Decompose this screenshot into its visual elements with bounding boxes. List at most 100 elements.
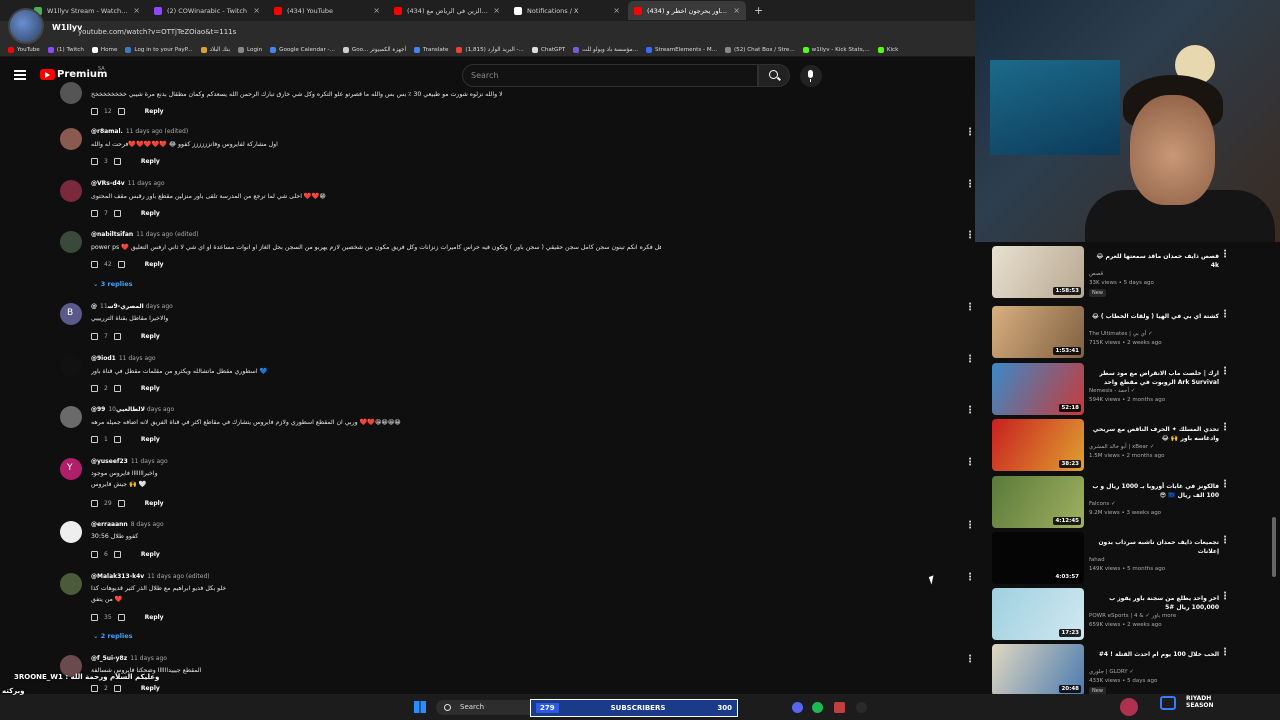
bookmark-item[interactable]: ChatGPT — [531, 46, 565, 53]
reply-button[interactable]: Reply — [141, 436, 160, 443]
comment-author[interactable]: @yuseef23 — [91, 458, 128, 465]
video-title[interactable]: الحب خلال 100 يوم ام احدث القتلة ! 4# — [1089, 650, 1219, 659]
avatar[interactable] — [60, 406, 82, 428]
comment-menu-icon[interactable] — [965, 572, 975, 587]
comment-menu-icon[interactable] — [965, 302, 975, 317]
comment-menu-icon[interactable] — [965, 654, 975, 669]
video-thumbnail[interactable]: 4:12:45 — [992, 476, 1084, 528]
like-icon[interactable] — [91, 385, 98, 392]
recommendation-item[interactable]: 4:03:57 تجميعات ذايف حمدان ناشبه سرداب ب… — [992, 532, 1272, 584]
video-title[interactable]: تحدي المسلك ✦ الحرف الناقص مع سربحي وادغ… — [1089, 425, 1219, 443]
reply-button[interactable]: Reply — [141, 158, 160, 165]
recommendation-item[interactable]: 4:12:45 فالكونز في غابات أوروبا بـ 1000 … — [992, 476, 1272, 528]
channel-name[interactable]: POWR eSports | باور ✓ & 4 more — [1089, 613, 1176, 619]
comment-time[interactable]: 11 days ago — [131, 458, 168, 465]
video-menu-icon[interactable] — [1220, 647, 1230, 662]
address-bar[interactable]: youtube.com/watch?v=OTTjTeZOiao&t=111s — [0, 21, 975, 43]
video-menu-icon[interactable] — [1220, 422, 1230, 437]
tab-close-icon[interactable]: × — [133, 6, 140, 15]
bookmark-item[interactable]: مؤسسة باد ويولو للت... — [573, 46, 638, 53]
comment-author[interactable]: @99لالطالعيي — [91, 406, 145, 413]
like-icon[interactable] — [91, 333, 98, 340]
browser-tab[interactable]: (434) تحدي الزين في الرياض مع × — [388, 1, 506, 20]
spotify-icon[interactable] — [812, 702, 823, 713]
bookmark-item[interactable]: Kick — [877, 46, 898, 53]
video-menu-icon[interactable] — [1220, 366, 1230, 381]
browser-tab[interactable]: (2) COWinarabic - Twitch × — [148, 1, 266, 20]
comment-menu-icon[interactable] — [965, 457, 975, 472]
bookmark-item[interactable]: Google Calendar -... — [270, 46, 335, 53]
browser-tab[interactable]: W1llyv Stream - Watch Live on × — [28, 1, 146, 20]
channel-name[interactable]: قصص — [1089, 271, 1103, 277]
view-replies-button[interactable]: ⌄ 2 replies — [93, 632, 133, 640]
comment-menu-icon[interactable] — [965, 520, 975, 535]
avatar[interactable] — [60, 573, 82, 595]
video-title[interactable]: تجميعات ذايف حمدان ناشبه سرداب بدون إعلا… — [1089, 538, 1219, 556]
reply-button[interactable]: Reply — [145, 500, 164, 507]
bookmark-item[interactable]: StreamElements - M... — [645, 46, 717, 53]
video-menu-icon[interactable] — [1220, 249, 1230, 264]
bookmark-item[interactable]: Log in to your PayP... — [125, 46, 193, 53]
video-menu-icon[interactable] — [1220, 591, 1230, 606]
dislike-icon[interactable] — [117, 261, 125, 268]
avatar[interactable] — [60, 521, 82, 543]
comment-author[interactable]: @erraaann — [91, 521, 128, 528]
comment-time[interactable]: 11 days ago (edited) — [136, 231, 198, 238]
video-thumbnail[interactable]: 17:23 — [992, 588, 1084, 640]
reply-button[interactable]: Reply — [141, 551, 160, 558]
record-icon[interactable] — [1120, 698, 1138, 716]
video-title[interactable]: ارك | خلصت ماب الانقراض مع مود سطر Ark S… — [1089, 369, 1219, 387]
dislike-icon[interactable] — [113, 436, 121, 443]
dislike-icon[interactable] — [117, 108, 125, 115]
browser-tab[interactable]: (434) YouTube × — [268, 1, 386, 20]
sidebar-scrollbar[interactable] — [1272, 517, 1276, 577]
video-thumbnail[interactable]: 20:48 — [992, 644, 1084, 696]
comment-menu-icon[interactable] — [965, 179, 975, 194]
bookmark-item[interactable]: Home — [91, 46, 117, 53]
channel-name[interactable]: أبو خالد المشري | xBear ✓ — [1089, 444, 1154, 450]
video-thumbnail[interactable]: 1:53:41 — [992, 306, 1084, 358]
like-icon[interactable] — [91, 210, 98, 217]
bookmark-item[interactable]: بنك البلاد — [200, 46, 230, 53]
tab-close-icon[interactable]: × — [253, 6, 260, 15]
url-text[interactable]: youtube.com/watch?v=OTTjTeZOiao&t=111s — [78, 28, 236, 36]
youtube-logo-icon[interactable] — [40, 69, 55, 80]
comment-author[interactable]: @nabiltsifan — [91, 231, 133, 238]
avatar[interactable] — [60, 180, 82, 202]
recommendation-item[interactable]: 17:23 اخر واحد يطلع من سجنة باور يفوز ب … — [992, 588, 1272, 640]
like-icon[interactable] — [91, 261, 98, 268]
dislike-icon[interactable] — [117, 614, 125, 621]
comment-time[interactable]: 11 days ago — [128, 180, 165, 187]
bookmark-item[interactable]: Goo... أجهزة الكمبيوتر — [342, 46, 406, 53]
recommendation-item[interactable]: 38:23 تحدي المسلك ✦ الحرف الناقص مع سربح… — [992, 419, 1272, 471]
like-icon[interactable] — [91, 108, 98, 115]
bookmark-item[interactable]: البريد الوارد (1,815) -... — [456, 46, 524, 53]
reply-button[interactable]: Reply — [141, 333, 160, 340]
browser-tab-active[interactable]: (434) اعضاء باور يحرجون اخطر و × — [628, 1, 746, 20]
channel-name[interactable]: جلوري | GLORY ✓ — [1089, 669, 1134, 675]
comment-time[interactable]: 11 days ago — [119, 355, 156, 362]
recommendation-item[interactable]: 52:18 ارك | خلصت ماب الانقراض مع مود سطر… — [992, 363, 1272, 415]
video-thumbnail[interactable]: 4:03:57 — [992, 532, 1084, 584]
comment-menu-icon[interactable] — [965, 405, 975, 420]
dislike-icon[interactable] — [113, 158, 121, 165]
like-icon[interactable] — [91, 551, 98, 558]
comment-author[interactable]: @VRs-d4v — [91, 180, 125, 187]
browser-tab[interactable]: Notifications / X × — [508, 1, 626, 20]
view-replies-button[interactable]: ⌄ 3 replies — [93, 280, 133, 288]
video-thumbnail[interactable]: 1:58:53 — [992, 246, 1084, 298]
kick-icon[interactable] — [856, 702, 867, 713]
channel-name[interactable]: Falcons ✓ — [1089, 501, 1116, 507]
comment-author[interactable]: @9iod1 — [91, 355, 116, 362]
bookmark-item[interactable]: Login — [238, 46, 262, 53]
dislike-icon[interactable] — [113, 210, 121, 217]
new-tab-button[interactable]: + — [754, 4, 763, 17]
video-menu-icon[interactable] — [1220, 309, 1230, 324]
avatar[interactable] — [60, 355, 82, 377]
tab-close-icon[interactable]: × — [373, 6, 380, 15]
comment-author[interactable]: @ﺍﻟﻤﺼﺮﻱ-9ﺳ — [91, 303, 144, 310]
comment-author[interactable]: @Malak313-k4v — [91, 573, 144, 580]
comment-time[interactable]: 11 days ago (edited) — [126, 128, 188, 135]
video-thumbnail[interactable]: 52:18 — [992, 363, 1084, 415]
dislike-icon[interactable] — [113, 551, 121, 558]
